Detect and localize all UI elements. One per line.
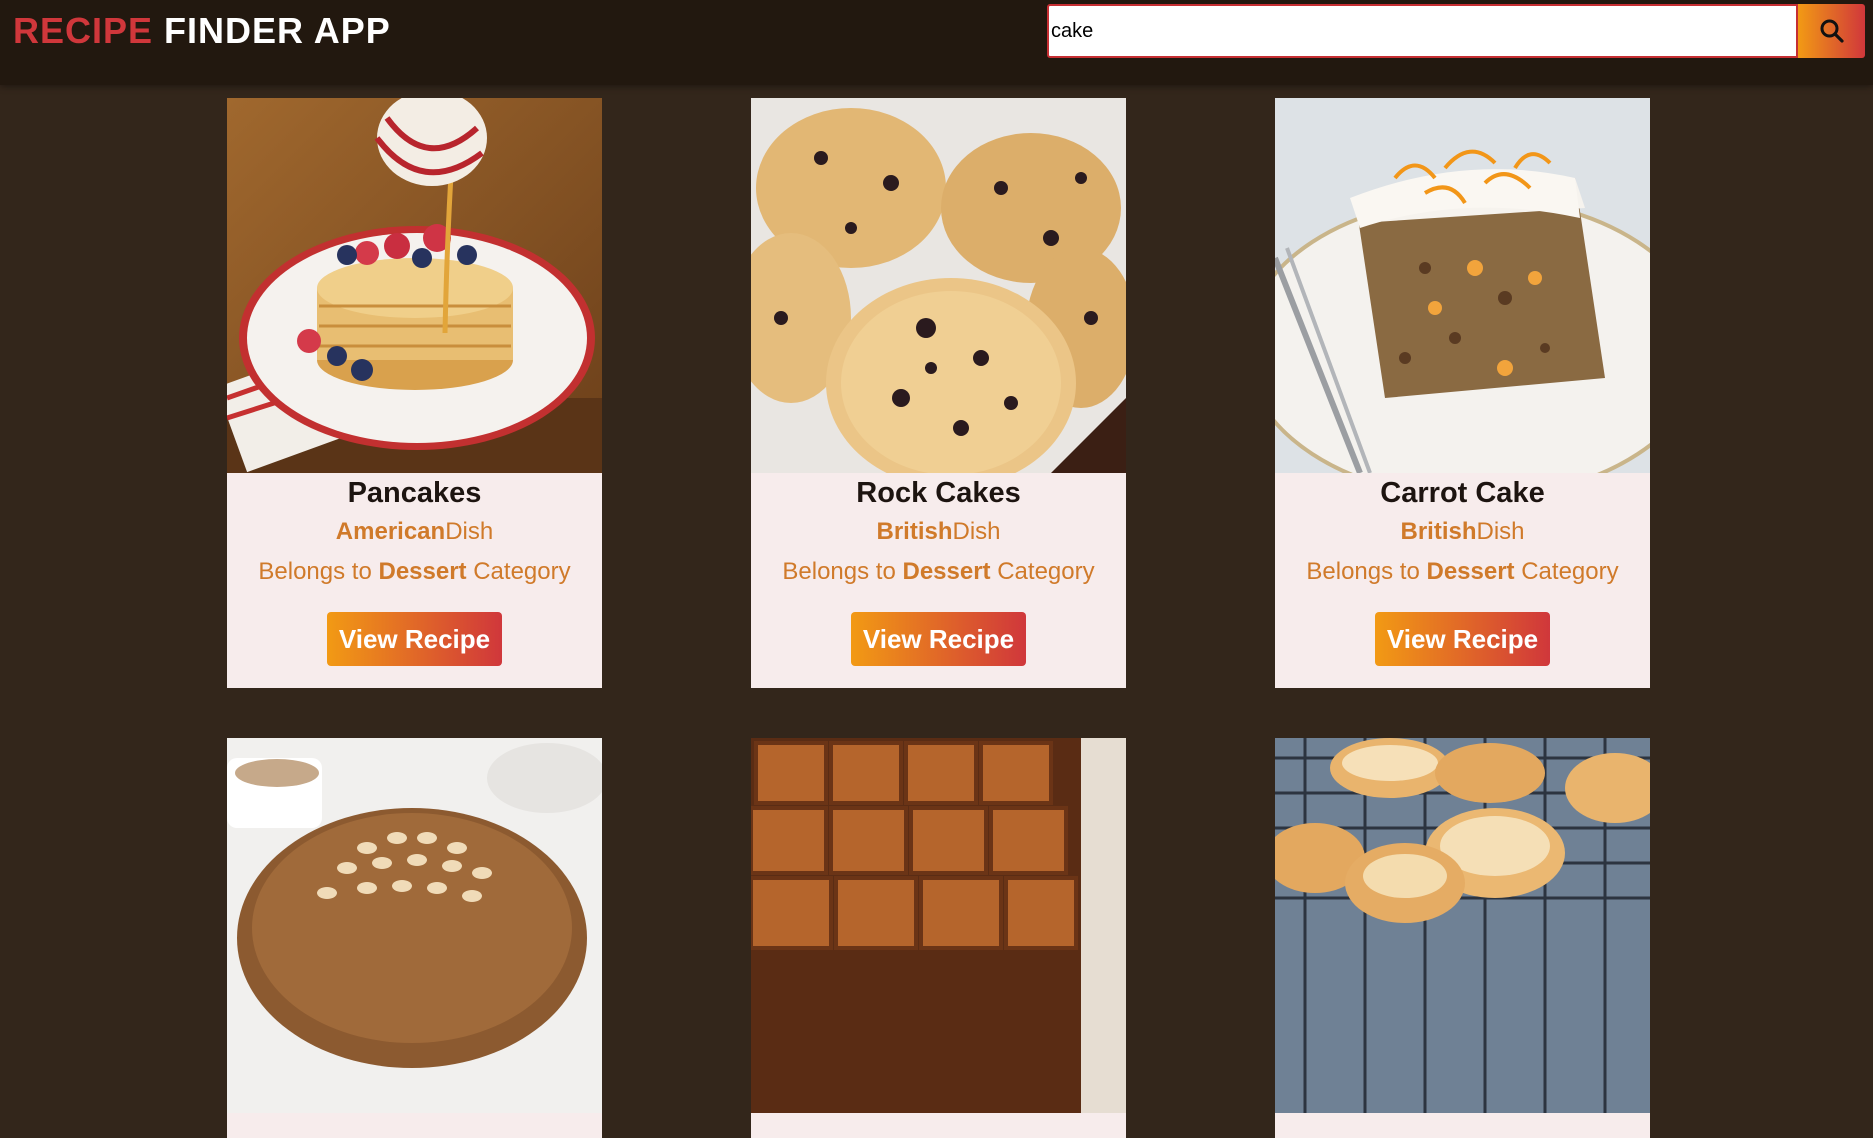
recipe-area-name: British — [876, 518, 953, 545]
category-name: Dessert — [902, 558, 991, 585]
recipe-card — [227, 738, 602, 1138]
search-input[interactable] — [1047, 4, 1798, 58]
view-recipe-button[interactable]: View Recipe — [326, 612, 503, 666]
recipe-area-name: British — [1400, 518, 1477, 545]
view-recipe-button[interactable]: View Recipe — [1374, 612, 1551, 666]
recipe-photo — [751, 98, 1126, 473]
search-button[interactable] — [1798, 4, 1865, 58]
category-prefix: Belongs to — [1306, 558, 1427, 585]
top-bar: RECIPE FINDER APP — [0, 0, 1873, 85]
recipe-category: Belongs to Dessert Category — [258, 558, 570, 586]
recipe-card: Rock Cakes BritishDish Belongs to Desser… — [751, 98, 1126, 688]
recipe-name: Pancakes — [347, 477, 482, 509]
category-prefix: Belongs to — [258, 558, 379, 585]
recipe-area: BritishDish — [876, 518, 1000, 546]
recipe-card: Pancakes AmericanDish Belongs to Dessert… — [227, 98, 602, 688]
category-suffix: Category — [1514, 558, 1619, 585]
recipe-photo — [227, 738, 602, 1113]
recipe-name: Rock Cakes — [856, 477, 1021, 509]
category-suffix: Category — [990, 558, 1095, 585]
search-bar — [1047, 4, 1865, 58]
view-recipe-button[interactable]: View Recipe — [850, 612, 1027, 666]
app-logo: RECIPE FINDER APP — [13, 10, 391, 52]
category-suffix: Category — [466, 558, 571, 585]
recipe-grid: Pancakes AmericanDish Belongs to Dessert… — [227, 98, 1650, 1138]
recipe-category: Belongs to Dessert Category — [1306, 558, 1618, 586]
search-icon — [1820, 19, 1844, 43]
recipe-card — [1275, 738, 1650, 1138]
recipe-name: Carrot Cake — [1380, 477, 1545, 509]
recipe-photo — [1275, 98, 1650, 473]
recipe-area: BritishDish — [1400, 518, 1524, 546]
category-name: Dessert — [1426, 558, 1515, 585]
recipe-card — [751, 738, 1126, 1138]
recipe-photo — [751, 738, 1126, 1113]
recipe-card: Carrot Cake BritishDish Belongs to Desse… — [1275, 98, 1650, 688]
recipe-area-suffix: Dish — [952, 518, 1001, 545]
recipe-photo — [1275, 738, 1650, 1113]
logo-text: FINDER APP — [153, 10, 391, 51]
recipe-area-name: American — [335, 518, 446, 545]
recipe-area-suffix: Dish — [1476, 518, 1525, 545]
recipe-photo — [227, 98, 602, 473]
recipe-category: Belongs to Dessert Category — [782, 558, 1094, 586]
category-prefix: Belongs to — [782, 558, 903, 585]
recipe-area: AmericanDish — [336, 518, 493, 546]
logo-accent: RECIPE — [13, 10, 154, 51]
recipe-area-suffix: Dish — [445, 518, 494, 545]
category-name: Dessert — [378, 558, 467, 585]
